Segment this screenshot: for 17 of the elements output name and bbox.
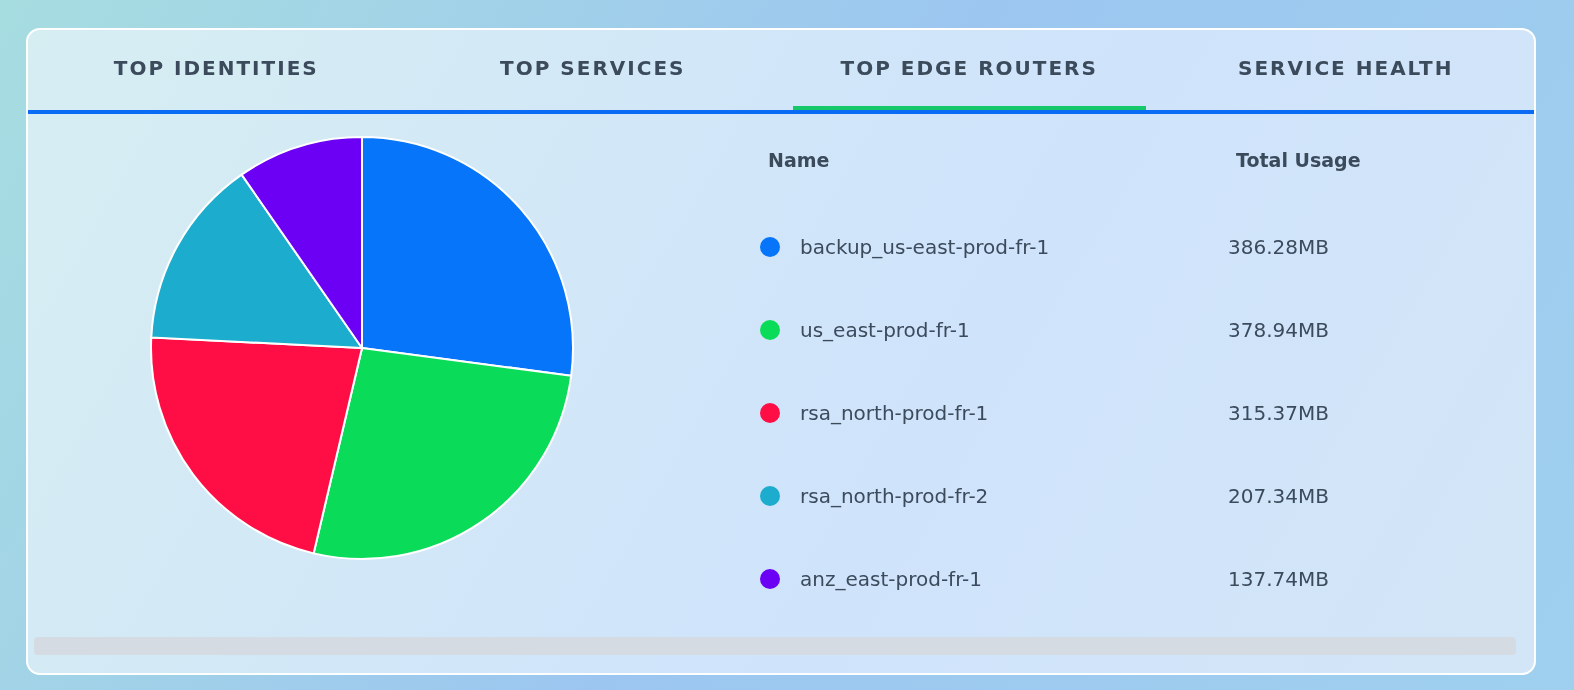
router-name: backup_us-east-prod-fr-1 (800, 234, 1050, 259)
router-name: us_east-prod-fr-1 (800, 317, 970, 342)
tab[interactable]: TOP IDENTITIES (40, 30, 393, 110)
tab[interactable]: TOP EDGE ROUTERS (793, 30, 1146, 110)
scrollbar[interactable] (34, 637, 1516, 655)
router-name: rsa_north-prod-fr-1 (800, 400, 989, 425)
usage-cell-text: 137.74MB (1228, 565, 1330, 593)
usage-cell-text: 386.28MB (1228, 233, 1330, 261)
usage-cell-text: 315.37MB (1228, 399, 1330, 427)
tab[interactable]: TOP SERVICES (416, 30, 769, 110)
column-header: Name (767, 147, 831, 173)
router-name: anz_east-prod-fr-1 (800, 566, 983, 591)
usage-cell-text: 207.34MB (1228, 482, 1330, 510)
tab[interactable]: SERVICE HEALTH (1169, 30, 1522, 110)
usage-cell-text: 378.94MB (1228, 316, 1330, 344)
column-header: Total Usage (1235, 147, 1362, 173)
router-name: rsa_north-prod-fr-2 (800, 483, 989, 508)
